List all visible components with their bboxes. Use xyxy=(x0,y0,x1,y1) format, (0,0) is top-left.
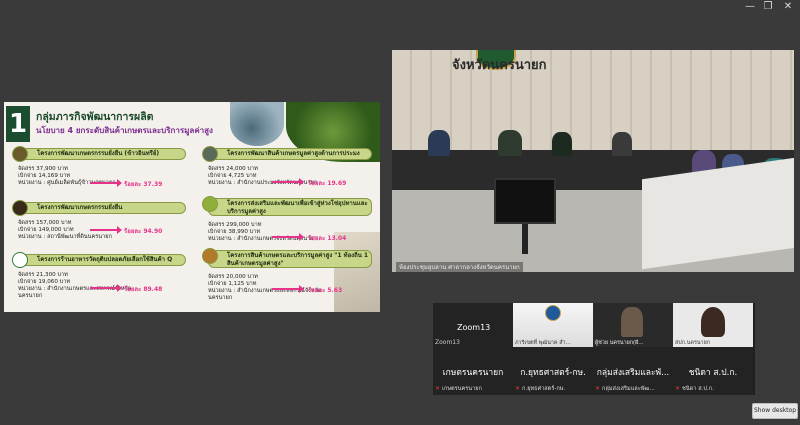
arrow-right-icon xyxy=(272,233,304,241)
project-thumbnail xyxy=(12,146,28,162)
arrow-right-icon xyxy=(272,285,304,293)
q-mark-icon xyxy=(12,252,28,268)
tile-video-label: Zoom13 xyxy=(435,339,460,346)
close-icon[interactable]: ✕ xyxy=(776,0,800,14)
muted-mic-icon: ✕ xyxy=(435,385,441,392)
tile-video-label: ผู้ช่วย นครนายก(ฝั... xyxy=(595,340,644,346)
percent-label: ร้อยละ 94.90 xyxy=(124,228,163,235)
ministry-logo-icon xyxy=(545,305,561,321)
tile-video-label: สปก.นครนายก xyxy=(675,340,711,346)
project-thumbnail xyxy=(202,248,218,264)
arrow-right-icon xyxy=(90,284,122,292)
slide-subtitle: นโยบาย 4 ยกระดับสินค้าเกษตรและบริการมูลค… xyxy=(36,126,213,135)
participant-tile[interactable]: สปก.นครนายก ชนิดา ส.ป.ก. ✕ ชนิดา ส.ป.ก. xyxy=(673,303,753,395)
participant-figure xyxy=(621,307,643,337)
tile-display-name: ก.ยุทธศาสตร์-กษ. xyxy=(520,368,586,378)
participant-figure xyxy=(552,132,572,156)
shared-slide: 1 กลุ่มภารกิจพัฒนาการผลิต นโยบาย 4 ยกระด… xyxy=(4,102,380,312)
project-name: โครงการร้านอาหารวัตถุดิบปลอดภัยเลือกใช้ส… xyxy=(18,254,186,266)
meeting-room-video[interactable]: จังหวัดนครนายก ห้องประชุมอุบลาน ศาลากลาง… xyxy=(392,50,794,272)
tile-name-label: ✕ ชนิดา ส.ป.ก. xyxy=(675,385,714,392)
slide-title: กลุ่มภารกิจพัฒนาการผลิต xyxy=(36,111,154,123)
muted-mic-icon: ✕ xyxy=(515,385,521,392)
tv-stand xyxy=(522,224,528,254)
zoom-title: Zoom13 xyxy=(457,323,491,332)
percent-label: ร้อยละ 5.63 xyxy=(308,287,343,294)
room-caption: ห้องประชุมอุบลาน ศาลากลางจังหวัดนครนายก xyxy=(396,262,523,272)
tile-video-label: ภาริเขตที่ พุฒินาค สำ... xyxy=(515,340,571,346)
project-name: โครงการพัฒนาเกษตรกรรมยั่งยืน (ข้าวอินทรี… xyxy=(18,148,186,160)
background-photo xyxy=(334,232,380,312)
percent-label: ร้อยละ 89.48 xyxy=(124,286,163,293)
participant-tile[interactable]: Zoom13 Zoom13 เกษตรนครนายก ✕ เกษตรนครนายก xyxy=(433,303,513,395)
participant-tile[interactable]: ผู้ช่วย นครนายก(ฝั... กลุ่มส่งเสริมและพั… xyxy=(593,303,673,395)
project-name: โครงการส่งเสริมและพัฒนาเพื่อเข้าสู่ห่วงโ… xyxy=(208,198,372,216)
slide-number: 1 xyxy=(6,106,30,142)
tile-name-label: ✕ เกษตรนครนายก xyxy=(435,385,482,392)
project-thumbnail xyxy=(202,196,218,212)
arrow-right-icon xyxy=(272,178,304,186)
tv-monitor xyxy=(494,178,556,224)
project-thumbnail xyxy=(202,146,218,162)
participant-tile[interactable]: ภาริเขตที่ พุฒินาค สำ... ก.ยุทธศาสตร์-กษ… xyxy=(513,303,593,395)
muted-mic-icon: ✕ xyxy=(675,385,681,392)
participant-gallery: Zoom13 Zoom13 เกษตรนครนายก ✕ เกษตรนครนายก… xyxy=(433,303,755,395)
project-name: โครงการพัฒนาสินค้าเกษตรมูลค่าสูงด้านการป… xyxy=(208,148,372,160)
participant-figure xyxy=(428,130,450,156)
fish-photo xyxy=(230,102,284,146)
muted-mic-icon: ✕ xyxy=(595,385,601,392)
project-details: จัดสรร 20,000 บาท เบิกจ่าย 1,125 บาท หน่… xyxy=(208,274,322,301)
arrow-right-icon xyxy=(90,179,122,187)
window-titlebar: — ❐ ✕ xyxy=(0,0,800,14)
tile-video: ผู้ช่วย นครนายก(ฝั... xyxy=(593,303,673,347)
participant-figure xyxy=(701,307,725,337)
percent-label: ร้อยละ 37.39 xyxy=(124,181,163,188)
percent-label: ร้อยละ 19.69 xyxy=(308,180,347,187)
tile-display-name: เกษตรนครนายก xyxy=(442,368,504,378)
arrow-right-icon xyxy=(90,226,122,234)
tile-display-name: ชนิดา ส.ป.ก. xyxy=(688,368,738,378)
project-name: โครงการพัฒนาเกษตรกรรมยั่งยืน xyxy=(18,202,186,214)
tile-video: ภาริเขตที่ พุฒินาค สำ... xyxy=(513,303,593,347)
project-thumbnail xyxy=(12,200,28,216)
tile-display-name: กลุ่มส่งเสริมและพั... xyxy=(596,368,670,378)
show-desktop-button[interactable]: Show desktop xyxy=(752,403,798,419)
project-name: โครงการสินค้าเกษตรและบริการมูลค่าสูง "1 … xyxy=(208,250,372,268)
project-details: จัดสรร 21,300 บาท เบิกจ่าย 19,060 บาท หน… xyxy=(18,272,132,299)
room-banner: จังหวัดนครนายก xyxy=(452,58,547,73)
tile-name-label: ✕ ก.ยุทธศาสตร์-กษ. xyxy=(515,385,566,392)
percent-label: ร้อยละ 13.04 xyxy=(308,235,347,242)
participant-figure xyxy=(498,130,522,156)
tile-name-label: ✕ กลุ่มส่งเสริมและพัฒ... xyxy=(595,385,655,392)
tile-video: สปก.นครนายก xyxy=(673,303,753,347)
participant-figure xyxy=(612,132,632,156)
